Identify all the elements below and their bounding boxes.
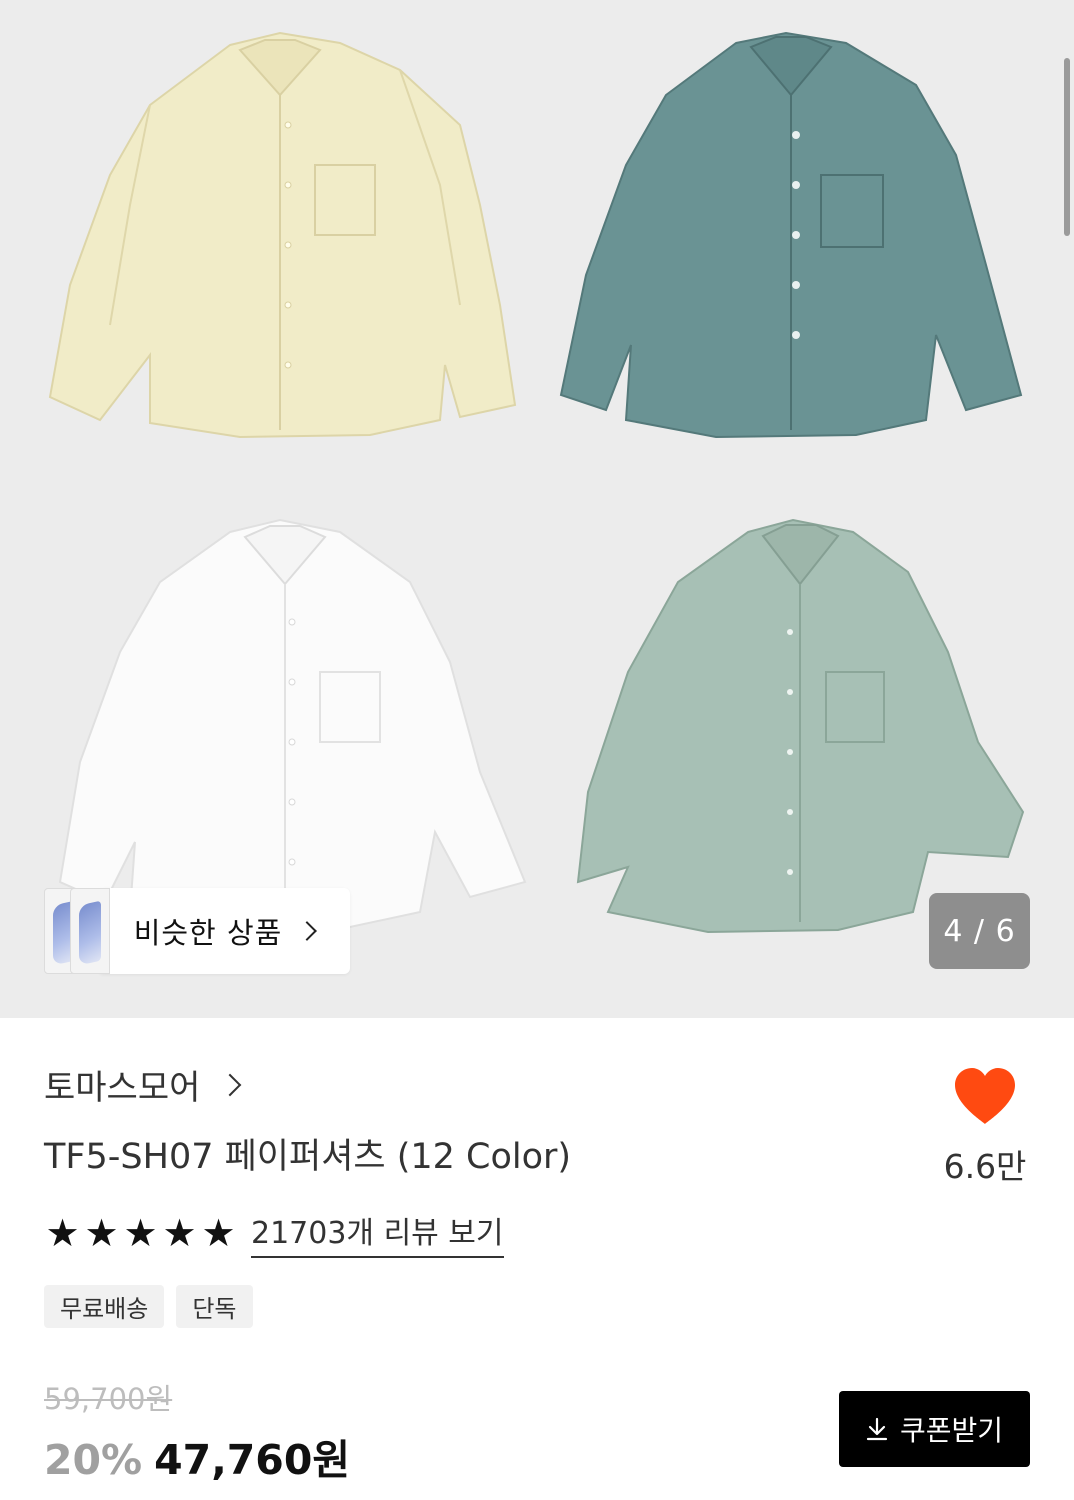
image-counter: 4 / 6 [929,893,1030,969]
like-count: 6.6만 [943,1147,1027,1186]
similar-product-thumbnails[interactable] [44,888,110,974]
scrollbar[interactable] [1064,58,1070,236]
sale-price: 47,760원 [154,1436,351,1484]
star-icon: ★ [123,1211,158,1255]
similar-products-button[interactable]: 비슷한 상품 [98,888,350,974]
star-icon: ★ [45,1211,80,1255]
star-icon: ★ [162,1211,197,1255]
original-price: 59,700원 [44,1382,173,1416]
similar-products[interactable]: 비슷한 상품 [44,888,350,974]
star-icon: ★ [84,1211,119,1255]
download-icon [866,1417,888,1441]
discount-rate: 20% [44,1436,143,1484]
teal-shirt-image [556,25,1026,445]
brand-link[interactable]: 토마스모어 [44,1060,242,1109]
tag-free-shipping: 무료배송 [44,1285,165,1328]
coupon-button[interactable]: 쿠폰받기 [839,1391,1030,1467]
similar-products-label: 비슷한 상품 [133,916,283,950]
product-image-gallery[interactable]: 비슷한 상품 4 / 6 [0,0,1074,1018]
heart-icon [955,1068,1015,1124]
star-icon: ★ [201,1211,236,1255]
review-link[interactable]: 21703개 리뷰 보기 [251,1208,504,1258]
price-row: 20% 47,760원 [44,1426,350,1486]
tag-exclusive: 단독 [176,1285,253,1328]
yellow-shirt-image [40,25,530,455]
chevron-right-icon [297,921,318,941]
rating-stars: ★ ★ ★ ★ ★ [44,1211,237,1255]
product-title: TF5-SH07 페이퍼셔츠 (12 Color) [44,1137,572,1177]
similar-thumbnail[interactable] [70,888,110,974]
rating-row: ★ ★ ★ ★ ★ 21703개 리뷰 보기 [44,1208,504,1258]
white-shirt-image [40,512,530,942]
sage-shirt-image [568,512,1028,942]
tag-list: 무료배송 단독 [44,1285,253,1328]
coupon-label: 쿠폰받기 [899,1414,1004,1447]
brand-name: 토마스모어 [44,1068,201,1108]
chevron-right-icon [219,1073,242,1096]
like-button[interactable]: 6.6만 [940,1066,1030,1188]
